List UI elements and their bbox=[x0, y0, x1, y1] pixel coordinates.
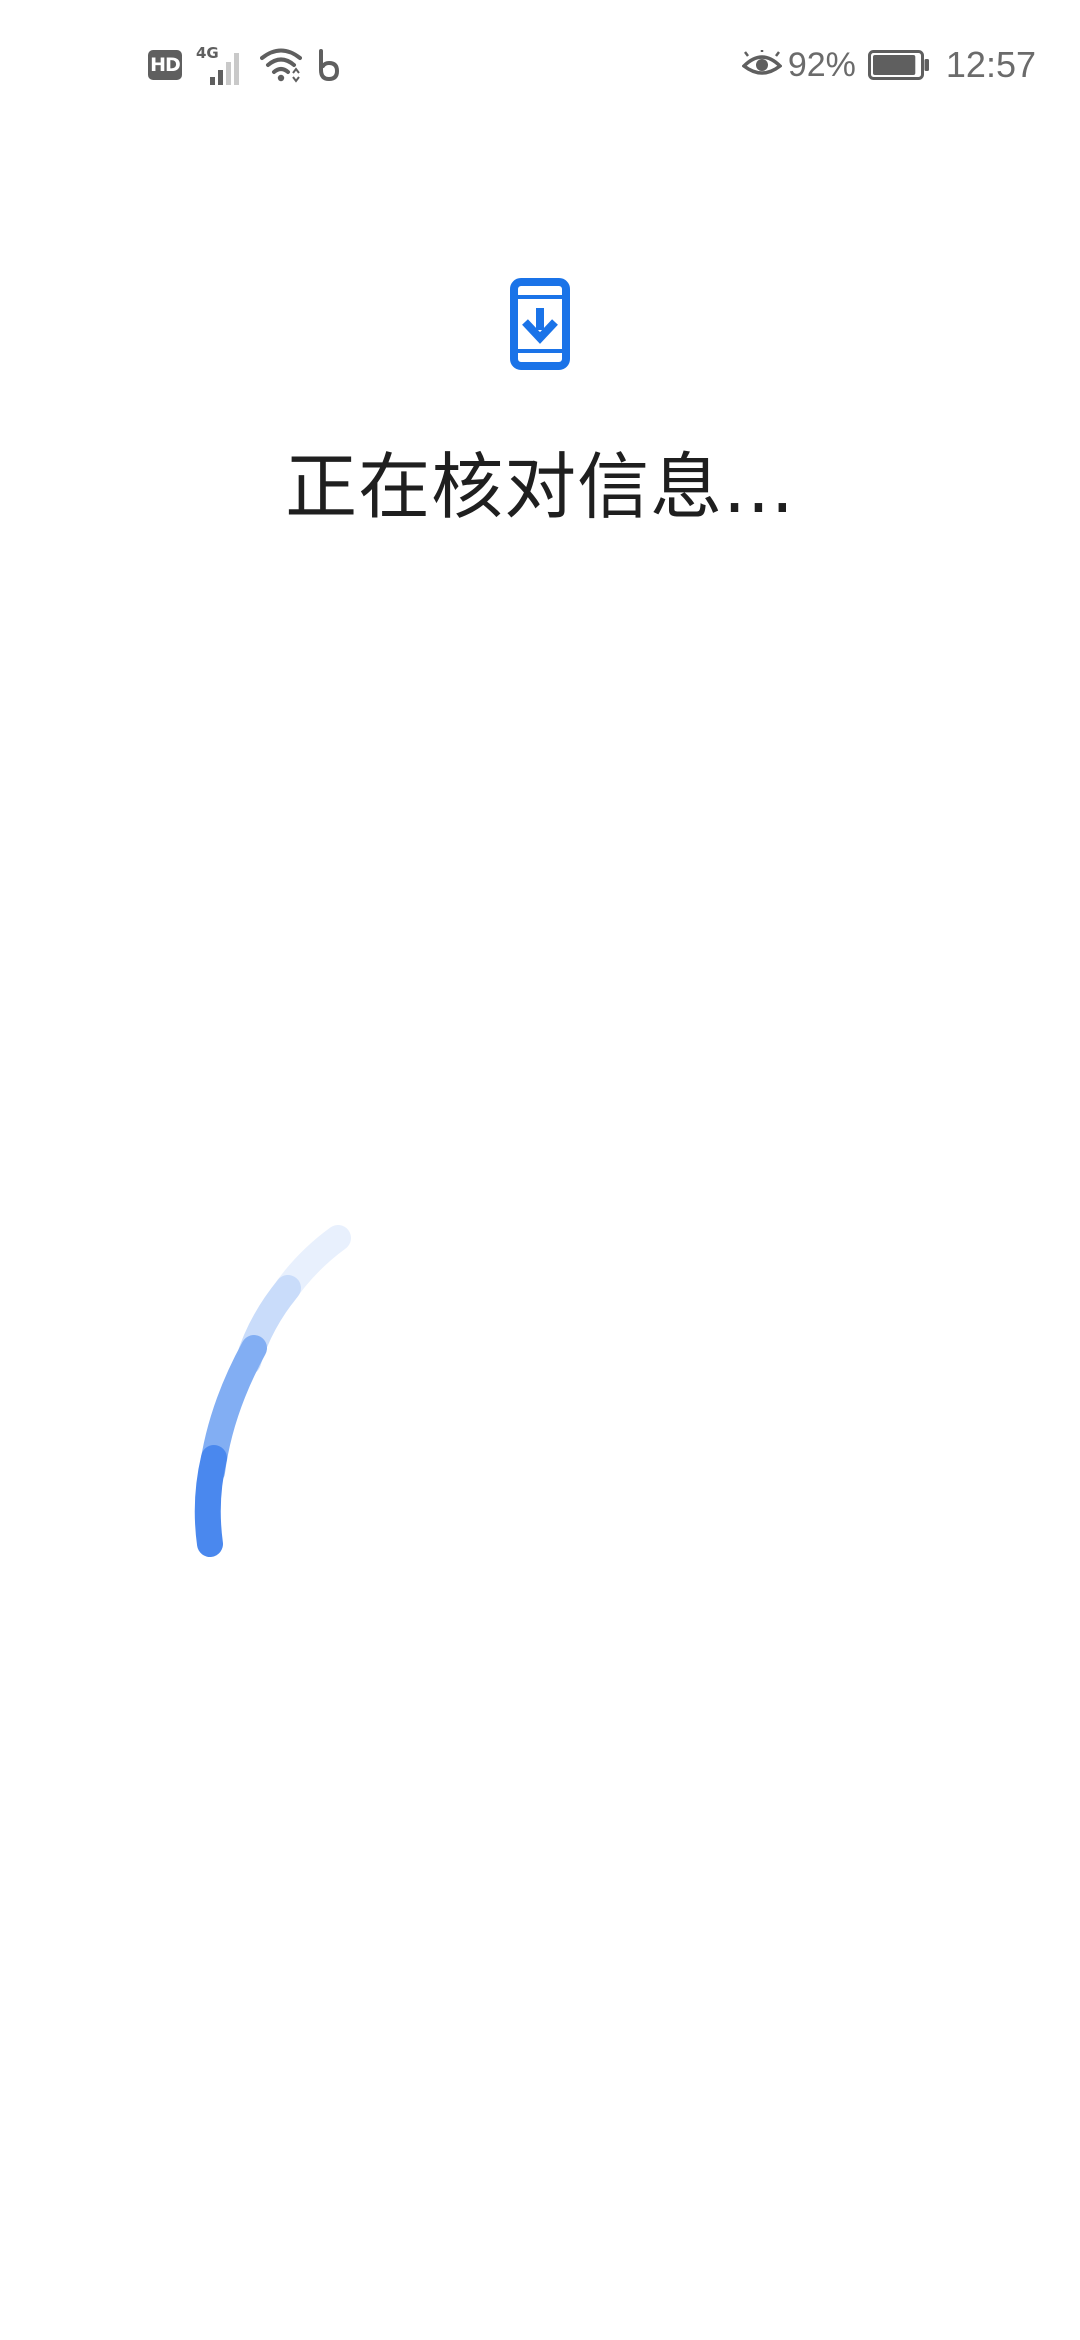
hd-icon: HD bbox=[148, 50, 182, 80]
app-notification-icon bbox=[319, 49, 339, 81]
loading-spinner bbox=[194, 1225, 351, 1557]
network-type-label: 4G bbox=[196, 44, 219, 62]
page-title: 正在核对信息... bbox=[285, 445, 795, 529]
signal-icon: 4G bbox=[196, 44, 239, 85]
status-bar: HD 4G 92% 12:57 bbox=[0, 0, 1080, 130]
battery-icon bbox=[867, 50, 929, 80]
status-bar-left: HD 4G bbox=[148, 38, 342, 92]
battery-level-fill bbox=[872, 55, 916, 75]
wifi-icon bbox=[260, 48, 302, 83]
phone-download-icon bbox=[510, 278, 570, 370]
eye-comfort-icon bbox=[741, 50, 782, 75]
status-bar-right: 92% 12:57 bbox=[741, 38, 1036, 92]
clock: 12:57 bbox=[945, 44, 1036, 85]
screen: HD 4G 92% 12:57 正在核对信息... bbox=[0, 0, 1080, 2340]
battery-percent: 92% bbox=[787, 45, 856, 84]
